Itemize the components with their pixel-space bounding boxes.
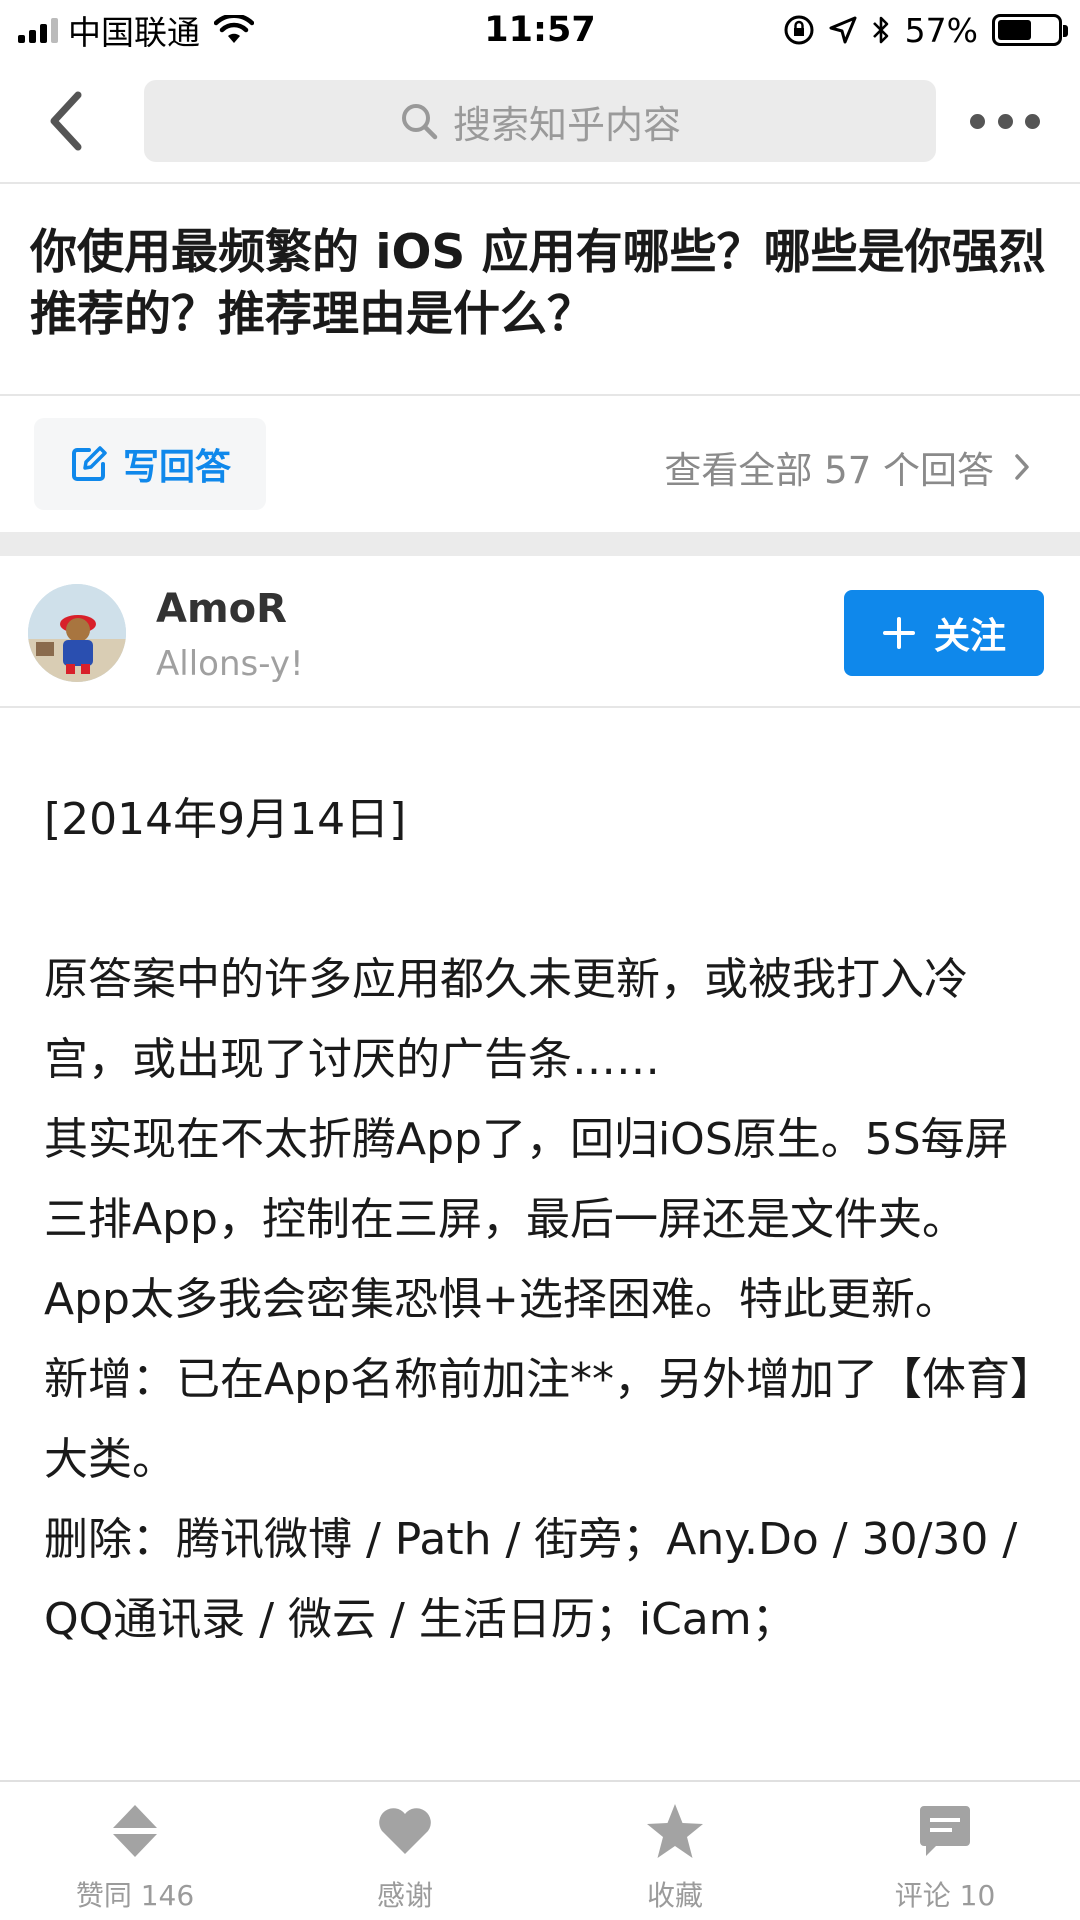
search-input[interactable]: 搜索知乎内容 — [144, 80, 936, 162]
answer-body: [2014年9月14日] 原答案中的许多应用都久未更新，或被我打入冷宫，或出现了… — [44, 780, 1044, 1660]
follow-label: 关注 — [933, 616, 1006, 657]
star-icon — [644, 1800, 706, 1862]
vote-icon — [104, 1800, 166, 1862]
bluetooth-icon — [872, 16, 888, 44]
answer-paragraph: 新增：已在App名称前加注**，另外增加了【体育】大类。 — [44, 1354, 1032, 1485]
battery-percent: 57% — [904, 10, 978, 50]
answer-paragraph: 删除：腾讯微博 / Path / 街旁；Any.Do / 30/30 / QQ通… — [44, 1514, 1018, 1645]
plus-icon — [882, 617, 915, 649]
follow-button[interactable]: 关注 — [844, 590, 1044, 676]
back-button[interactable] — [36, 88, 96, 154]
search-placeholder: 搜索知乎内容 — [452, 102, 681, 147]
edit-icon — [71, 446, 107, 481]
more-dot-icon — [997, 113, 1013, 129]
question-actions: 写回答 查看全部 57 个回答 — [0, 394, 1080, 532]
status-bar: 中国联通 11:57 57% — [0, 0, 1080, 58]
avatar[interactable] — [28, 584, 126, 682]
search-icon — [401, 104, 438, 140]
author-name[interactable]: AmoR — [156, 586, 287, 632]
battery-level — [998, 20, 1032, 40]
chevron-right-icon — [1015, 454, 1029, 480]
nav-bar: 搜索知乎内容 — [0, 58, 1080, 184]
author-row: AmoR Allons-y! 关注 — [0, 556, 1080, 708]
comment-icon — [914, 1800, 976, 1862]
more-dot-icon — [1025, 113, 1040, 129]
bottom-action-bar: 赞同 146 感谢 收藏 评论 10 — [0, 1780, 1080, 1920]
thanks-button[interactable]: 感谢 — [270, 1782, 540, 1920]
chevron-left-icon — [50, 91, 82, 151]
more-dot-icon — [970, 113, 985, 129]
orientation-lock-icon — [784, 15, 814, 45]
answer-paragraph: 原答案中的许多应用都久未更新，或被我打入冷宫，或出现了讨厌的广告条…… — [44, 954, 968, 1085]
section-divider — [0, 532, 1080, 556]
answer-paragraph: 其实现在不太折腾App了，回归iOS原生。5S每屏三排App，控制在三屏，最后一… — [44, 1114, 1009, 1245]
location-icon — [829, 16, 857, 44]
collect-button[interactable]: 收藏 — [540, 1782, 810, 1920]
heart-icon — [374, 1800, 436, 1862]
author-bio: Allons-y! — [156, 644, 304, 684]
vote-label: 赞同 146 — [75, 1879, 195, 1912]
view-all-answers-link[interactable]: 查看全部 57 个回答 — [664, 440, 1030, 494]
comment-button[interactable]: 评论 10 — [810, 1782, 1080, 1920]
view-all-answers-label: 查看全部 57 个回答 — [664, 449, 994, 492]
status-right: 57% — [783, 8, 1068, 52]
write-answer-button[interactable]: 写回答 — [34, 418, 266, 510]
thanks-label: 感谢 — [376, 1879, 433, 1912]
more-button[interactable] — [970, 98, 1040, 144]
question-title[interactable]: 你使用最频繁的 iOS 应用有哪些？哪些是你强烈推荐的？推荐理由是什么？ — [30, 222, 1050, 346]
collect-label: 收藏 — [646, 1879, 703, 1912]
avatar-image — [28, 584, 126, 682]
battery-icon — [992, 14, 1068, 46]
vote-button[interactable]: 赞同 146 — [0, 1782, 270, 1920]
answer-date: [2014年9月14日] — [44, 794, 407, 845]
comment-label: 评论 10 — [894, 1879, 996, 1912]
write-answer-label: 写回答 — [122, 447, 231, 488]
answer-paragraph: App太多我会密集恐惧+选择困难。特此更新。 — [44, 1274, 959, 1325]
